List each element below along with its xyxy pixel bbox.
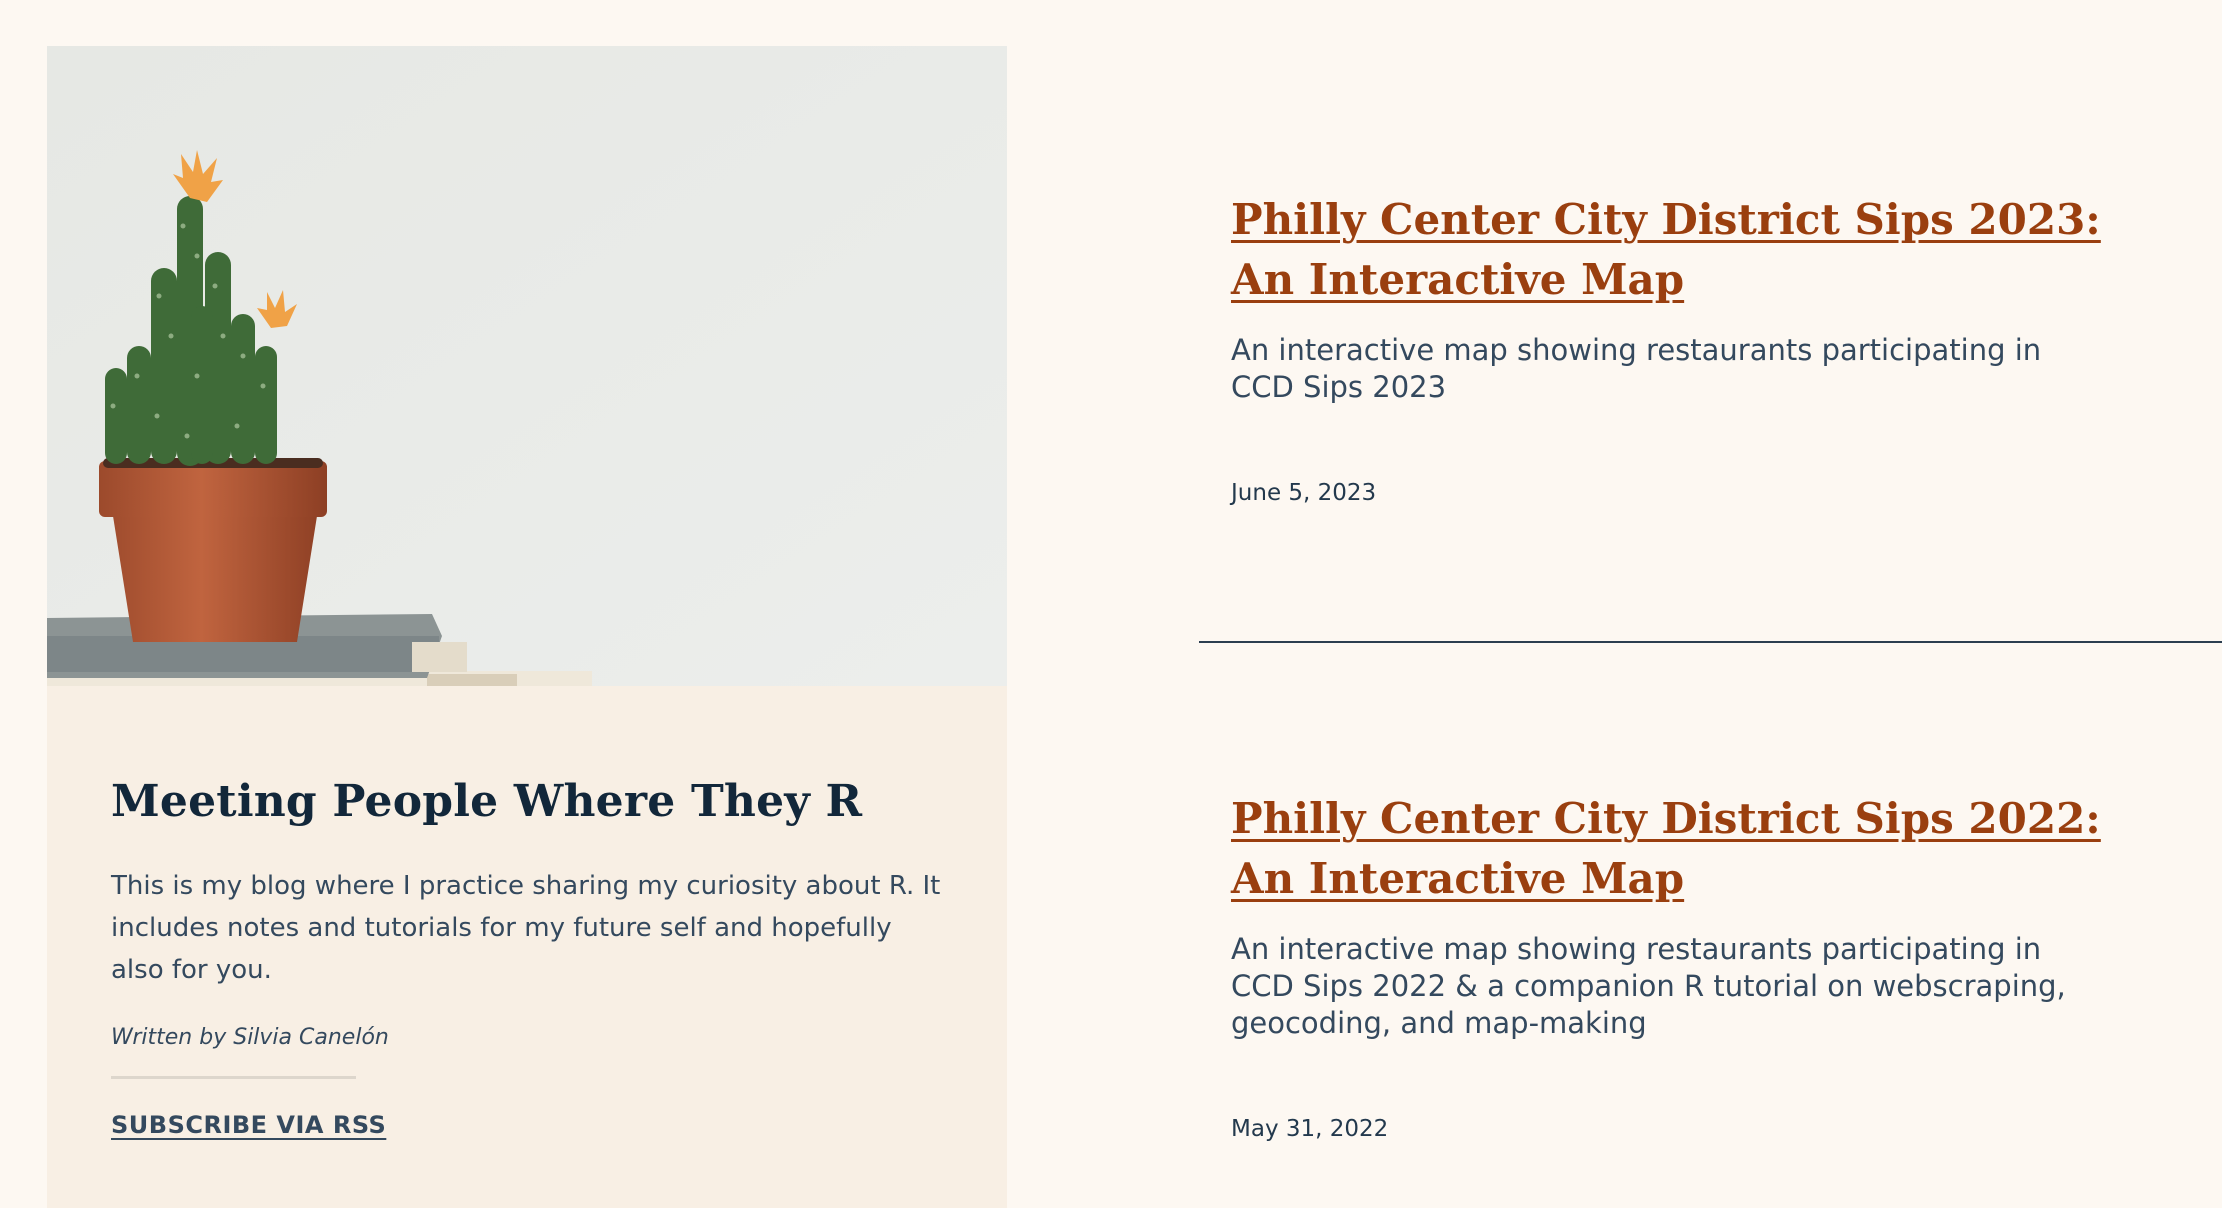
site-title: Meeting People Where They R — [111, 776, 863, 827]
post-description: An interactive map showing restaurants p… — [1231, 932, 2066, 1040]
post-title-link[interactable]: Philly Center City District Sips 2023: A… — [1231, 190, 2101, 310]
sidebar-content: Meeting People Where They R This is my b… — [111, 776, 971, 1139]
hero-image — [47, 46, 1007, 686]
post-title-link[interactable]: Philly Center City District Sips 2022: A… — [1231, 789, 2101, 909]
site-description: This is my blog where I practice sharing… — [111, 870, 941, 985]
sidebar: Meeting People Where They R This is my b… — [47, 46, 1007, 1208]
post-date: June 5, 2023 — [1231, 480, 1377, 506]
author-byline: Written by Silvia Canelón — [111, 1024, 389, 1050]
post-description: An interactive map showing restaurants p… — [1231, 333, 2042, 404]
post-card: Philly Center City District Sips 2022: A… — [1231, 789, 2101, 1142]
sidebar-divider — [111, 1075, 356, 1079]
subscribe-rss-link[interactable]: SUBSCRIBE VIA RSS — [111, 1111, 386, 1139]
post-divider — [1199, 641, 2222, 643]
post-card: Philly Center City District Sips 2023: A… — [1231, 190, 2101, 506]
cactus-illustration — [47, 46, 1007, 686]
post-date: May 31, 2022 — [1231, 1116, 1389, 1142]
